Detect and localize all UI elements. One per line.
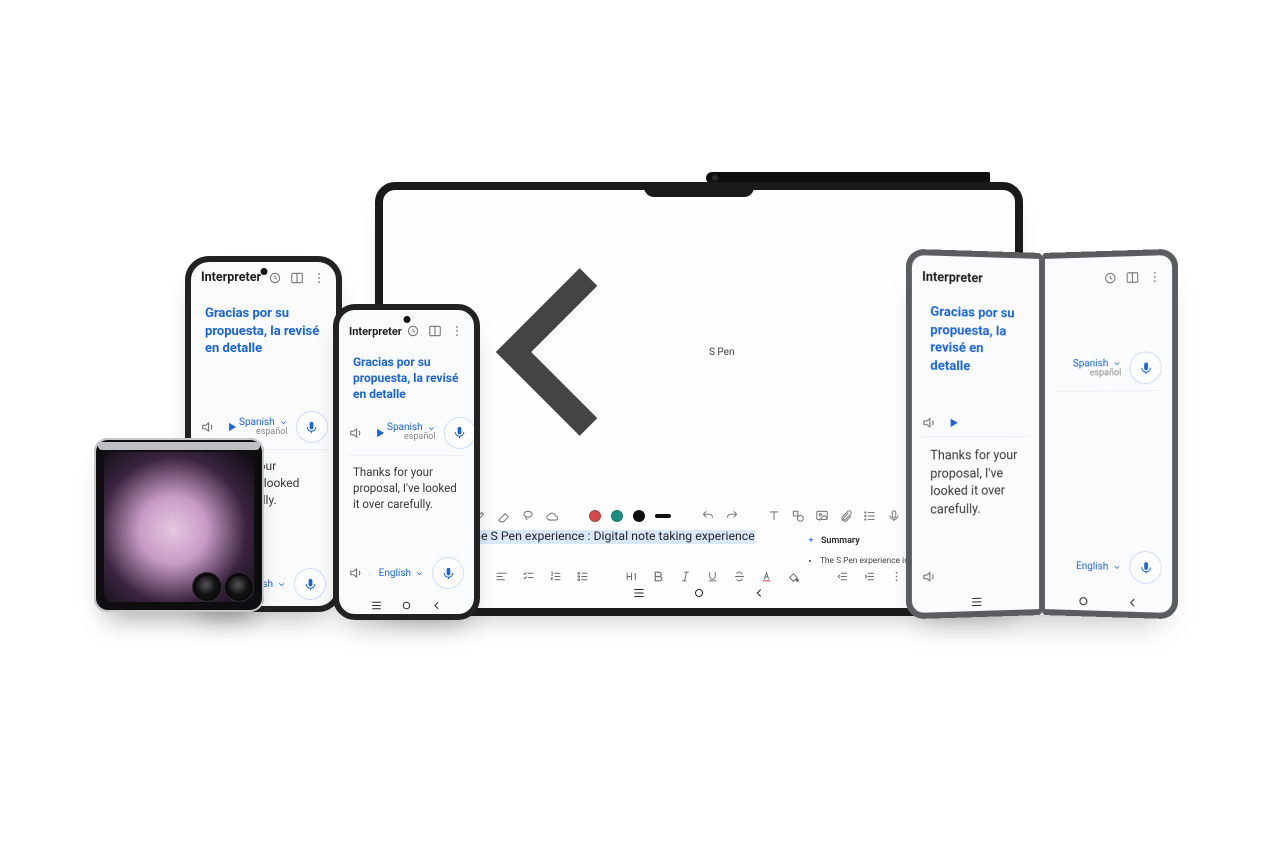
textcolor-icon[interactable] xyxy=(760,570,773,583)
sparkle-icon xyxy=(806,536,816,546)
more-vertical-icon[interactable] xyxy=(890,570,903,583)
color-swatch-red[interactable] xyxy=(589,510,601,522)
text-icon[interactable] xyxy=(767,509,781,523)
device-lineup: S Pen xyxy=(0,0,1280,853)
play-icon[interactable] xyxy=(373,426,387,440)
chevron-down-icon xyxy=(277,580,286,589)
stroke-width-toggle[interactable] xyxy=(655,514,671,518)
home-icon[interactable] xyxy=(400,599,413,612)
target-text: Thanks for your proposal, I've looked it… xyxy=(339,456,474,526)
back-nav-icon[interactable] xyxy=(430,599,443,612)
target-text: Thanks for your proposal, I've looked it… xyxy=(912,437,1039,529)
image-icon[interactable] xyxy=(815,509,829,523)
lang-target[interactable]: English xyxy=(379,568,424,579)
fold-device: Interpreter Gracias por su propuesta, la… xyxy=(906,253,1178,615)
flip-hinge xyxy=(98,442,260,450)
home-icon[interactable] xyxy=(1076,594,1090,609)
rear-camera-module xyxy=(196,576,250,598)
source-text: Gracias por su propuesta, la revisé en d… xyxy=(339,344,474,411)
color-swatch-black[interactable] xyxy=(633,510,645,522)
history-icon[interactable] xyxy=(1103,271,1117,286)
h1-icon[interactable] xyxy=(625,570,638,583)
voice-icon[interactable] xyxy=(887,509,901,523)
recent-icon[interactable] xyxy=(969,595,983,610)
mic-button[interactable] xyxy=(294,568,326,600)
lang-sublabel: español xyxy=(239,428,288,437)
strike-icon[interactable] xyxy=(733,570,746,583)
back-nav-icon[interactable] xyxy=(752,586,766,600)
camera-lens xyxy=(196,576,218,598)
source-text: Gracias por su propuesta, la revisé en d… xyxy=(912,291,1039,382)
android-nav xyxy=(912,587,1039,613)
speaker-icon[interactable] xyxy=(201,420,215,434)
lang-sublabel: español xyxy=(387,433,436,442)
speaker-icon[interactable] xyxy=(349,566,363,580)
indent-increase-icon[interactable] xyxy=(863,570,876,583)
italic-icon[interactable] xyxy=(679,570,692,583)
underline-icon[interactable] xyxy=(706,570,719,583)
mic-button[interactable] xyxy=(1129,551,1161,584)
speaker-icon[interactable] xyxy=(922,416,936,430)
back-nav-icon[interactable] xyxy=(1126,595,1140,610)
redo-icon[interactable] xyxy=(725,509,739,523)
indent-decrease-icon[interactable] xyxy=(836,570,849,583)
numbered-list-icon[interactable] xyxy=(549,570,562,583)
color-swatch-teal[interactable] xyxy=(611,510,623,522)
split-view-icon[interactable] xyxy=(290,271,304,285)
mic-button[interactable] xyxy=(1129,351,1161,384)
app-title: S Pen xyxy=(709,347,735,358)
recent-icon[interactable] xyxy=(370,599,383,612)
bgcolor-icon[interactable] xyxy=(787,570,800,583)
undo-icon[interactable] xyxy=(701,509,715,523)
front-camera xyxy=(403,316,410,323)
tablet-notch xyxy=(644,187,754,197)
mic-button[interactable] xyxy=(296,411,328,443)
play-icon[interactable] xyxy=(947,416,961,430)
list-icon[interactable] xyxy=(863,509,877,523)
lasso-icon[interactable] xyxy=(521,509,535,523)
app-title: Interpreter xyxy=(349,325,402,338)
more-vertical-icon[interactable] xyxy=(312,271,326,285)
more-vertical-icon[interactable] xyxy=(1148,270,1162,285)
checklist-icon[interactable] xyxy=(522,570,535,583)
chevron-down-icon xyxy=(279,418,288,427)
eraser-icon[interactable] xyxy=(497,509,511,523)
shape-icon[interactable] xyxy=(791,509,805,523)
camera-lens xyxy=(228,576,250,598)
split-view-icon[interactable] xyxy=(428,324,442,338)
app-title: Interpreter xyxy=(922,270,983,287)
more-vertical-icon[interactable] xyxy=(450,324,464,338)
android-nav xyxy=(1045,587,1172,613)
mic-button[interactable] xyxy=(444,417,476,449)
speaker-icon[interactable] xyxy=(922,569,936,584)
recent-icon[interactable] xyxy=(632,586,646,600)
android-nav xyxy=(339,595,474,614)
home-icon[interactable] xyxy=(692,586,706,600)
source-text: Gracias por su propuesta, la revisé en d… xyxy=(191,291,336,366)
mic-button[interactable] xyxy=(432,557,464,589)
flip-device-cover xyxy=(94,438,264,612)
history-icon[interactable] xyxy=(268,271,282,285)
chevron-down-icon xyxy=(415,569,424,578)
app-title: Interpreter xyxy=(201,270,261,285)
summary-heading: Summary xyxy=(821,536,860,546)
history-icon[interactable] xyxy=(406,324,420,338)
align-left-icon[interactable] xyxy=(495,570,508,583)
cloud-icon[interactable] xyxy=(545,509,559,523)
chevron-down-icon xyxy=(1112,562,1121,571)
bold-icon[interactable] xyxy=(652,570,665,583)
phone-small-device: Interpreter Gracias por su propuesta, la… xyxy=(333,304,480,620)
lang-sublabel: español xyxy=(1073,369,1121,379)
speaker-icon[interactable] xyxy=(349,426,363,440)
play-icon[interactable] xyxy=(225,420,239,434)
lang-target[interactable]: English xyxy=(1076,560,1121,572)
bullet-list-icon[interactable] xyxy=(576,570,589,583)
split-view-icon[interactable] xyxy=(1125,270,1139,285)
chevron-down-icon xyxy=(1112,359,1121,368)
attach-icon[interactable] xyxy=(839,509,853,523)
